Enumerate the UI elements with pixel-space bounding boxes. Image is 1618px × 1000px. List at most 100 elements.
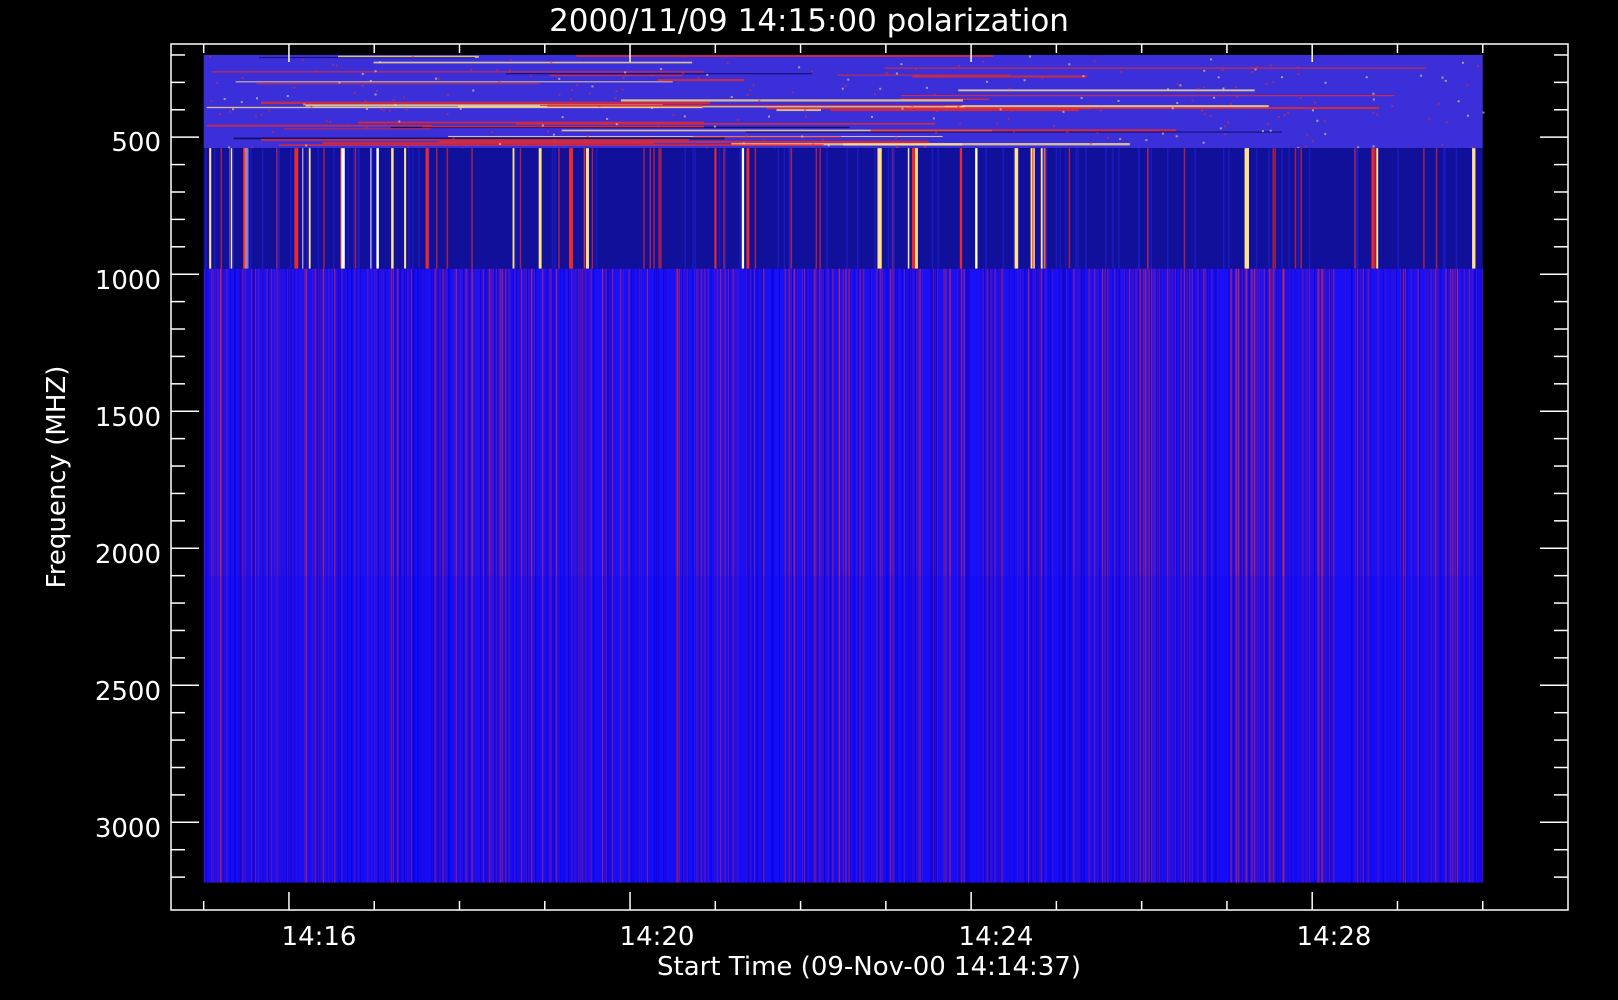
burst-line — [371, 148, 373, 269]
band-speckle — [1176, 102, 1179, 105]
band-speckle — [496, 69, 499, 72]
band-speckle — [569, 98, 572, 101]
band-speckle — [1200, 109, 1203, 112]
band-speckle — [660, 68, 663, 71]
band-speckle — [264, 82, 267, 85]
band-speckle — [1119, 138, 1122, 141]
band-speckle — [762, 139, 765, 142]
burst-line — [985, 148, 987, 269]
band-speckle — [901, 107, 904, 110]
band-streak — [256, 83, 540, 85]
band-speckle — [622, 77, 625, 80]
band-streak — [843, 143, 963, 146]
band-speckle — [1441, 76, 1444, 79]
band-streak — [912, 75, 1087, 78]
burst-line — [1042, 148, 1045, 269]
band-speckle — [1191, 99, 1194, 102]
band-streak — [235, 81, 673, 83]
band-speckle — [1217, 76, 1220, 79]
burst-line — [220, 148, 223, 269]
spectrogram-chart: 2000/11/09 14:15:00 polarization 14:16 1… — [0, 0, 1618, 1000]
burst-line — [739, 148, 741, 269]
burst-line — [261, 148, 264, 269]
burst-line — [815, 148, 818, 269]
band-streak — [539, 104, 962, 107]
band-speckle — [568, 141, 571, 144]
burst-line — [1255, 148, 1258, 269]
burst-line — [1150, 148, 1153, 269]
band-streak — [260, 101, 710, 105]
burst-line — [846, 148, 848, 269]
band-speckle — [331, 63, 334, 66]
band-streak — [620, 99, 963, 102]
band-fill — [203, 54, 1483, 149]
band-speckle — [1062, 110, 1065, 113]
band-speckle — [932, 117, 935, 120]
band-speckle — [986, 80, 989, 83]
burst-line — [1075, 148, 1077, 269]
burst-line — [391, 148, 394, 269]
band-speckle — [1251, 70, 1254, 73]
burst-line — [1472, 148, 1476, 269]
burst-line — [1064, 148, 1067, 269]
band-speckle — [437, 77, 440, 80]
band-streak — [373, 61, 693, 64]
band-speckle — [1277, 116, 1280, 119]
burst-line — [1376, 148, 1379, 269]
band-speckle — [498, 81, 501, 84]
band-streak — [576, 55, 994, 58]
band-speckle — [1041, 76, 1044, 79]
burst-line — [826, 148, 828, 269]
band-speckle — [1235, 95, 1238, 98]
band-speckle — [1230, 102, 1233, 105]
band-speckle — [1080, 129, 1083, 132]
band-speckle — [1213, 96, 1216, 99]
burst-line — [1374, 148, 1376, 269]
burst-line — [1372, 148, 1375, 269]
band-speckle — [885, 71, 888, 74]
band-speckle — [812, 143, 815, 146]
x-axis-title: Start Time (09-Nov-00 14:14:37) — [657, 952, 1081, 982]
band-speckle — [369, 79, 372, 82]
band-speckle — [681, 72, 684, 75]
band-speckle — [657, 125, 660, 128]
band-speckle — [491, 130, 494, 133]
band-speckle — [1428, 117, 1431, 120]
band-speckle — [615, 89, 618, 92]
band-speckle — [301, 59, 304, 62]
burst-line — [1268, 148, 1270, 269]
band-speckle — [364, 99, 367, 102]
y-tick-label: 3000 — [95, 814, 161, 844]
band-speckle — [684, 55, 687, 58]
band-speckle — [886, 73, 889, 76]
band-speckle — [730, 95, 733, 98]
burst-line — [790, 148, 793, 269]
band-speckle — [1209, 115, 1212, 118]
band-streak — [958, 89, 1255, 92]
burst-line — [1228, 148, 1230, 269]
band-speckle — [713, 125, 716, 128]
band-speckle — [1008, 87, 1011, 90]
band-speckle — [1209, 58, 1212, 61]
burst-line — [519, 148, 522, 269]
y-tick-label: 1000 — [95, 266, 161, 296]
band-speckle — [999, 108, 1002, 111]
band-speckle — [606, 117, 609, 120]
burst-line — [244, 148, 247, 269]
band-speckle — [1028, 55, 1031, 58]
band-speckle — [1175, 135, 1178, 138]
band-speckle — [365, 108, 368, 111]
burst-line — [408, 148, 410, 269]
burst-line — [243, 148, 245, 269]
burst-line — [317, 148, 320, 269]
x-tick-label: 14:20 — [620, 922, 695, 952]
burst-line — [295, 148, 299, 269]
band-speckle — [1265, 82, 1268, 85]
band-speckle — [576, 84, 579, 87]
band-fill — [203, 148, 1483, 269]
burst-line — [515, 148, 517, 269]
band-speckle — [924, 145, 927, 148]
band-speckle — [241, 76, 244, 79]
band-speckle — [805, 115, 808, 118]
band-speckle — [896, 146, 899, 149]
